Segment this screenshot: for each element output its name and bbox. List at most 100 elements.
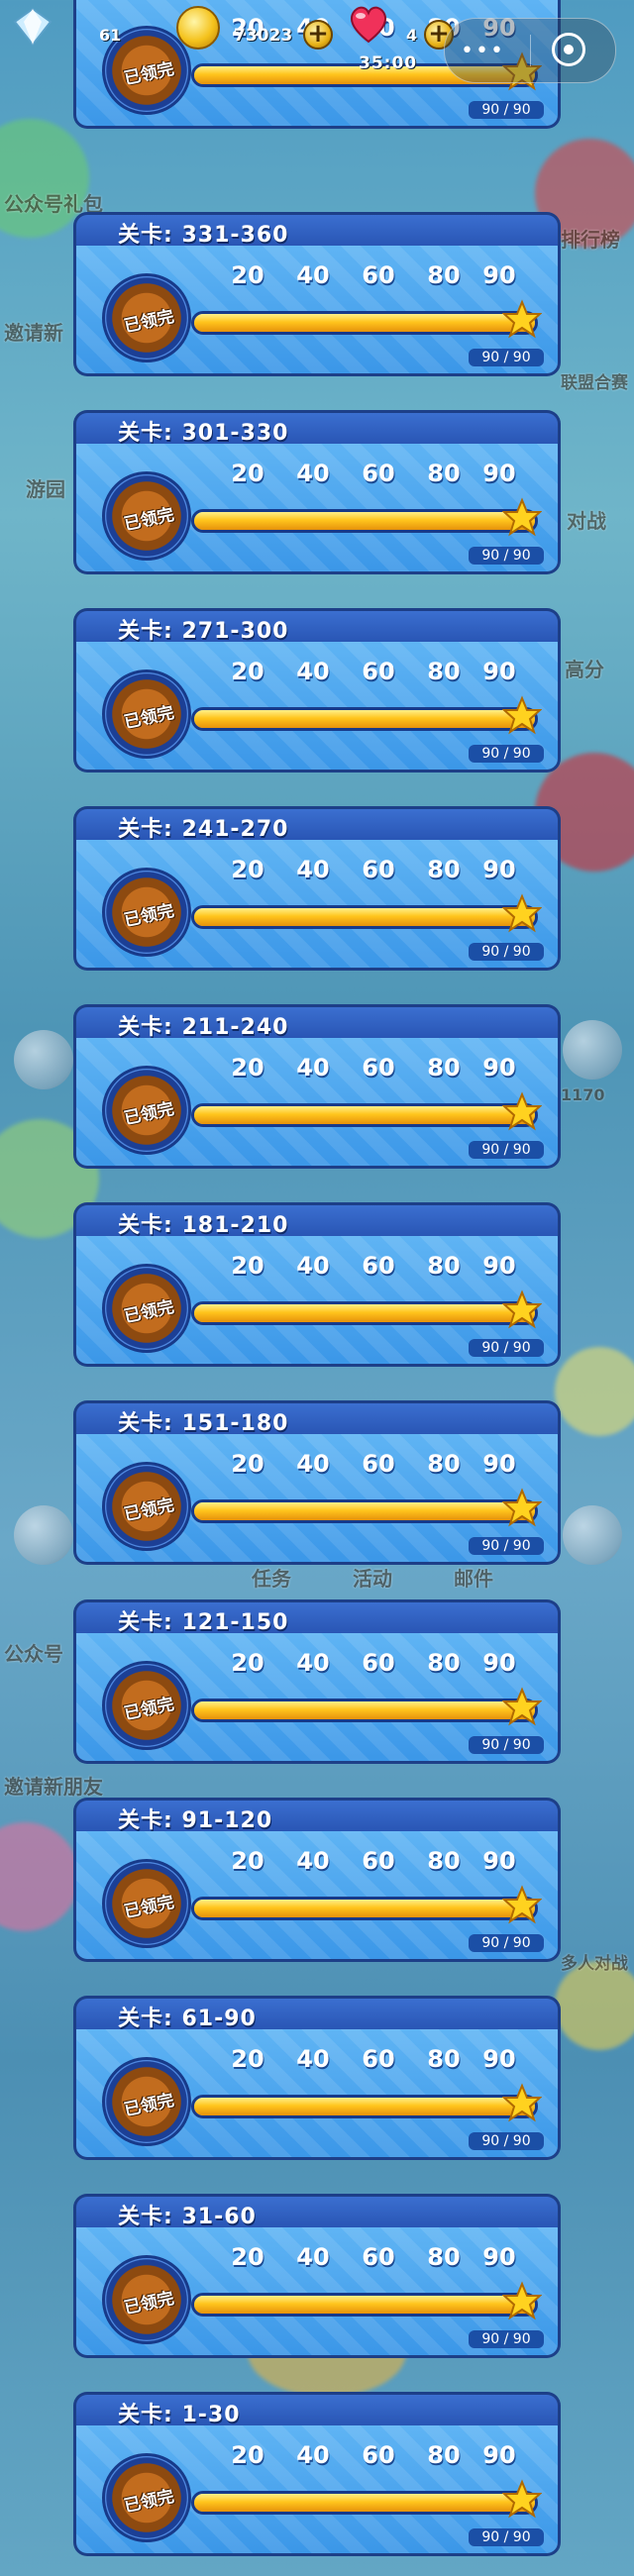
- level-reward-card: 关卡: 241-270 已领完 20 40 60 80 90 90 / 90: [73, 806, 561, 971]
- scroll-up-button[interactable]: [14, 1505, 73, 1565]
- card-body: 已领完 20 40 60 80 90 90 / 90: [73, 1038, 561, 1169]
- close-mini-program-button[interactable]: [552, 33, 585, 66]
- milestone-label: 60: [362, 658, 395, 685]
- milestone-label: 90: [482, 658, 516, 685]
- milestone-label: 80: [427, 1054, 461, 1082]
- claimed-badge-label: 已领完: [122, 900, 176, 932]
- claimed-badge: 已领完: [102, 868, 191, 957]
- milestone-label: 20: [231, 1649, 264, 1677]
- card-body: 已领完 20 40 60 80 90 90 / 90: [73, 642, 561, 773]
- milestone-row: 20 40 60 80 90: [227, 1054, 534, 1118]
- coin-icon: [176, 6, 220, 50]
- milestone-label: 60: [362, 2045, 395, 2073]
- card-body: 已领完 20 40 60 80 90 90 / 90: [73, 2425, 561, 2556]
- milestone-label: 80: [427, 658, 461, 685]
- star-progress-text: 90 / 90: [469, 1736, 544, 1754]
- bg-label: 排行榜: [561, 228, 620, 252]
- star-icon: [502, 1488, 542, 1527]
- milestone-label: 90: [482, 2045, 516, 2073]
- level-reward-card: 关卡: 331-360 已领完 20 40 60 80 90 90 / 90: [73, 212, 561, 376]
- card-header: 关卡: 31-60: [73, 2194, 561, 2229]
- add-coins-button[interactable]: +: [303, 20, 333, 50]
- bg-label: 邀请新: [4, 321, 63, 345]
- star-icon: [502, 2281, 542, 2320]
- star-progress-bar: [191, 2491, 538, 2515]
- level-range-label: 关卡: 151-180: [118, 1411, 289, 1436]
- star-progress-fill: [194, 2494, 535, 2512]
- milestone-label: 80: [427, 2243, 461, 2271]
- coin-count: 73023: [234, 26, 293, 46]
- milestone-label: 60: [362, 460, 395, 487]
- milestone-label: 20: [231, 2243, 264, 2271]
- star-progress-bar: [191, 1699, 538, 1722]
- level-range-label: 关卡: 301-330: [118, 421, 289, 446]
- claimed-badge: 已领完: [102, 273, 191, 362]
- more-options-button[interactable]: •••: [461, 39, 505, 63]
- card-header: 关卡: 301-330: [73, 410, 561, 446]
- milestone-label: 60: [362, 2441, 395, 2469]
- star-icon: [502, 299, 542, 339]
- star-progress-text: 90 / 90: [469, 2528, 544, 2546]
- card-body: 已领完 20 40 60 80 90 90 / 90: [73, 840, 561, 971]
- claimed-badge-label: 已领完: [122, 1892, 176, 1923]
- milestone-row: 20 40 60 80 90: [227, 2441, 534, 2506]
- milestone-label: 20: [231, 460, 264, 487]
- card-header: 关卡: 271-300: [73, 608, 561, 644]
- milestone-label: 40: [296, 856, 330, 883]
- milestone-label: 40: [296, 460, 330, 487]
- map-pin-button[interactable]: [563, 1505, 622, 1565]
- card-header: 关卡: 241-270: [73, 806, 561, 842]
- milestone-label: 40: [296, 2441, 330, 2469]
- card-header: 关卡: 1-30: [73, 2392, 561, 2427]
- milestone-label: 80: [427, 1649, 461, 1677]
- claimed-badge: 已领完: [102, 1462, 191, 1551]
- level-range-label: 关卡: 211-240: [118, 1015, 289, 1040]
- star-icon: [502, 893, 542, 933]
- milestone-row: 20 40 60 80 90: [227, 2243, 534, 2308]
- level-range-label: 关卡: 1-30: [118, 2403, 241, 2427]
- level-range-label: 关卡: 91-120: [118, 1808, 273, 1833]
- star-progress-fill: [194, 710, 535, 728]
- scroll-up-button[interactable]: [14, 1030, 73, 1089]
- milestone-row: 20 40 60 80 90: [227, 460, 534, 524]
- star-icon: [502, 695, 542, 735]
- star-progress-text: 90 / 90: [469, 943, 544, 961]
- star-progress-fill: [194, 1502, 535, 1520]
- milestone-label: 20: [231, 1847, 264, 1875]
- milestone-label: 60: [362, 1054, 395, 1082]
- milestone-label: 60: [362, 1252, 395, 1280]
- card-body: 已领完 20 40 60 80 90 90 / 90: [73, 1434, 561, 1565]
- milestone-label: 60: [362, 2243, 395, 2271]
- milestone-label: 40: [296, 2243, 330, 2271]
- milestone-label: 60: [362, 1450, 395, 1478]
- star-progress-bar: [191, 1301, 538, 1325]
- bg-label: 邀请新朋友: [4, 1775, 103, 1799]
- milestone-row: 20 40 60 80 90: [227, 261, 534, 326]
- star-progress-text: 90 / 90: [469, 349, 544, 366]
- claimed-badge: 已领完: [102, 1264, 191, 1353]
- star-icon: [502, 497, 542, 537]
- milestone-row: 20 40 60 80 90: [227, 2045, 534, 2110]
- milestone-label: 80: [427, 1847, 461, 1875]
- star-progress-bar: [191, 1103, 538, 1127]
- bg-label: 联盟合赛: [561, 373, 628, 393]
- map-pin-button[interactable]: [563, 1020, 622, 1080]
- star-icon: [502, 1091, 542, 1131]
- card-body: 已领完 20 40 60 80 90 90 / 90: [73, 2029, 561, 2160]
- milestone-label: 40: [296, 1450, 330, 1478]
- milestone-label: 60: [362, 261, 395, 289]
- bg-label: 活动: [353, 1567, 392, 1591]
- card-body: 已领完 20 40 60 80 90 90 / 90: [73, 1236, 561, 1367]
- bg-label: 任务: [252, 1567, 291, 1591]
- level-reward-card: 关卡: 181-210 已领完 20 40 60 80 90 90 / 90: [73, 1202, 561, 1367]
- star-icon: [502, 1687, 542, 1726]
- star-progress-text: 90 / 90: [469, 2330, 544, 2348]
- milestone-label: 90: [482, 1649, 516, 1677]
- milestone-label: 20: [231, 2441, 264, 2469]
- star-progress-text: 90 / 90: [469, 101, 544, 119]
- star-progress-text: 90 / 90: [469, 2132, 544, 2150]
- milestone-label: 90: [482, 1847, 516, 1875]
- milestone-label: 80: [427, 2441, 461, 2469]
- milestone-label: 20: [231, 2045, 264, 2073]
- level-reward-card: 关卡: 91-120 已领完 20 40 60 80 90 90 / 90: [73, 1798, 561, 1962]
